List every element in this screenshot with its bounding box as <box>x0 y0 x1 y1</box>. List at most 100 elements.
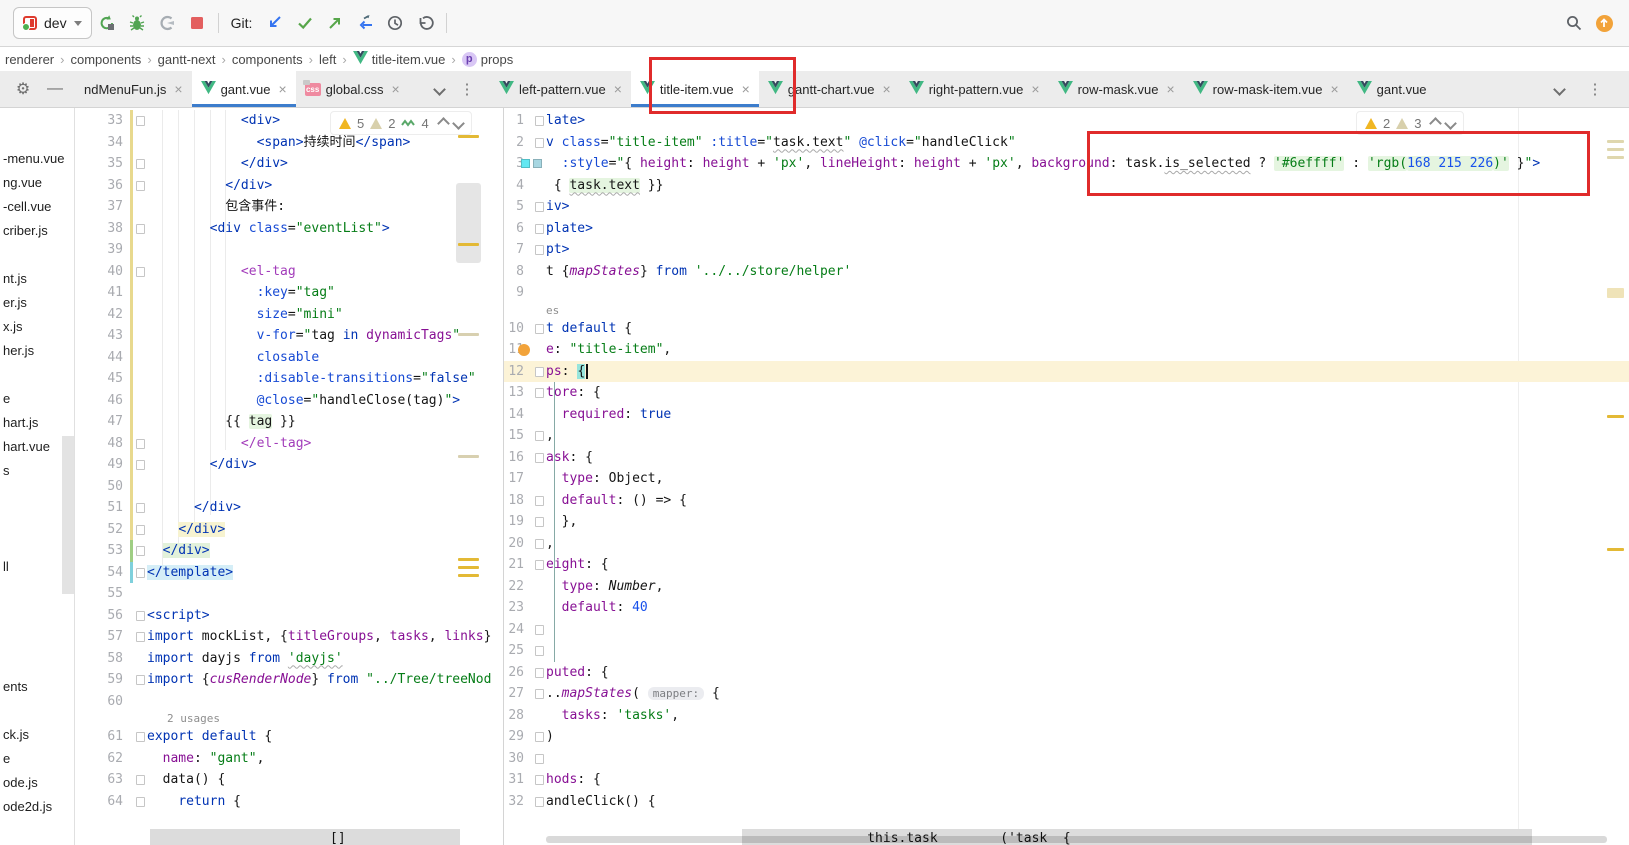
code-line[interactable]: 6plate> <box>504 218 1629 240</box>
close-icon[interactable]: × <box>742 81 750 97</box>
code-line[interactable]: 17 type: Object, <box>504 468 1629 490</box>
error-stripe-mark[interactable] <box>458 333 479 336</box>
code-line[interactable]: 9 <box>504 282 1629 304</box>
line-number[interactable]: 41 <box>75 282 147 304</box>
code-line[interactable]: 55 <box>75 583 503 605</box>
line-number[interactable]: 50 <box>75 476 147 498</box>
breadcrumb-item[interactable]: title-item.vue <box>350 51 449 68</box>
error-stripe-mark[interactable] <box>458 566 479 569</box>
code-line[interactable]: 43 v-for="tag in dynamicTags" <box>75 325 503 347</box>
error-stripe-mark[interactable] <box>458 135 479 138</box>
code-text[interactable]: ) <box>546 726 554 748</box>
breadcrumb-item[interactable]: gantt-next <box>155 52 219 67</box>
line-number[interactable]: 47 <box>75 411 147 433</box>
color-swatch[interactable] <box>521 159 530 168</box>
project-file-item[interactable]: ents <box>3 676 28 698</box>
code-line[interactable]: 26puted: { <box>504 662 1629 684</box>
code-text[interactable]: , <box>546 425 554 447</box>
code-line[interactable]: 7pt> <box>504 239 1629 261</box>
code-line[interactable]: 63 data() { <box>75 769 503 791</box>
code-text[interactable]: </template> <box>147 562 233 584</box>
code-text[interactable]: andleClick() { <box>546 791 656 813</box>
line-number[interactable]: 46 <box>75 390 147 412</box>
code-text[interactable]: v class="title-item" :title="task.text" … <box>546 132 1016 154</box>
project-file-item[interactable]: -menu.vue <box>3 148 64 170</box>
error-stripe-mark[interactable] <box>1607 415 1624 418</box>
editor-tab[interactable]: cssglobal.css× <box>296 71 409 107</box>
code-line[interactable]: 31hods: { <box>504 769 1629 791</box>
line-number[interactable]: 62 <box>75 748 147 770</box>
code-line[interactable]: 8t {mapStates} from '../../store/helper' <box>504 261 1629 283</box>
fold-marker[interactable] <box>136 460 145 470</box>
project-file-item[interactable]: s <box>3 460 10 482</box>
code-line[interactable]: 39 <box>75 239 503 261</box>
code-line[interactable]: 29) <box>504 726 1629 748</box>
code-text[interactable]: ask: { <box>546 447 593 469</box>
line-number[interactable]: 4 <box>504 175 546 197</box>
close-icon[interactable]: × <box>391 81 399 97</box>
code-line[interactable]: 59import {cusRenderNode} from "../Tree/t… <box>75 669 503 691</box>
code-text[interactable]: :disable-transitions="false" <box>147 368 476 390</box>
code-line[interactable]: 10t default { <box>504 318 1629 340</box>
profiler-button[interactable] <box>152 8 182 38</box>
code-line[interactable]: 44 closable <box>75 347 503 369</box>
rollback-button[interactable] <box>410 8 440 38</box>
project-file-item[interactable]: hart.vue <box>3 436 50 458</box>
code-line[interactable]: 46 @close="handleClose(tag)"> <box>75 390 503 412</box>
usages-annotation[interactable]: 2 usages <box>75 712 503 726</box>
code-text[interactable]: <script> <box>147 605 210 627</box>
code-line[interactable]: 60 <box>75 691 503 713</box>
fold-marker[interactable] <box>535 732 544 742</box>
line-number[interactable]: 9 <box>504 282 546 304</box>
kebab-menu-icon[interactable]: ⋮ <box>456 71 478 107</box>
code-text[interactable]: type: Object, <box>546 468 663 490</box>
next-problem-icon[interactable] <box>452 117 465 130</box>
fold-marker[interactable] <box>535 138 544 148</box>
editor-pane-left[interactable]: 33 <div>34 <span>持续时间</span>35 </div>36 … <box>75 108 503 845</box>
error-stripe-mark[interactable] <box>458 574 479 577</box>
chevron-down-icon[interactable] <box>428 71 450 107</box>
code-line[interactable]: 37 包含事件: <box>75 196 503 218</box>
code-text[interactable]: closable <box>147 347 319 369</box>
scrollbar-thumb[interactable] <box>456 183 481 263</box>
code-text[interactable]: default: () => { <box>546 490 687 512</box>
git-update-button[interactable] <box>260 8 290 38</box>
fold-marker[interactable] <box>535 689 544 699</box>
line-number[interactable]: 42 <box>75 304 147 326</box>
error-stripe-mark[interactable] <box>1607 548 1624 551</box>
project-file-item[interactable]: criber.js <box>3 220 48 242</box>
fold-marker[interactable] <box>535 754 544 764</box>
code-line[interactable]: 12ps: { <box>504 361 1629 383</box>
code-line[interactable]: 47 {{ tag }} <box>75 411 503 433</box>
fold-marker[interactable] <box>136 632 145 642</box>
code-text[interactable]: export default { <box>147 726 272 748</box>
error-stripe-mark[interactable] <box>458 558 479 561</box>
intention-bulb-icon[interactable] <box>518 344 530 356</box>
code-text[interactable]: </el-tag> <box>147 433 311 455</box>
code-line[interactable]: 54</template> <box>75 562 503 584</box>
fold-marker[interactable] <box>136 503 145 513</box>
code-line[interactable]: 58import dayjs from 'dayjs' <box>75 648 503 670</box>
breadcrumb-item[interactable]: pprops <box>459 52 517 67</box>
code-text[interactable]: data() { <box>147 769 225 791</box>
code-line[interactable]: 41 :key="tag" <box>75 282 503 304</box>
chevron-down-icon[interactable] <box>1548 71 1570 107</box>
code-line[interactable]: 23 default: 40 <box>504 597 1629 619</box>
code-text[interactable]: eight: { <box>546 554 609 576</box>
code-line[interactable]: 3 :style="{ height: height + 'px', lineH… <box>504 153 1629 175</box>
gear-icon[interactable]: ⚙ <box>8 71 38 107</box>
code-text[interactable]: tasks: 'tasks', <box>546 705 679 727</box>
breadcrumb-item[interactable]: left <box>316 52 339 67</box>
project-file-item[interactable]: x.js <box>3 316 23 338</box>
line-number[interactable]: 14 <box>504 404 546 426</box>
fold-marker[interactable] <box>535 560 544 570</box>
fold-marker[interactable] <box>136 611 145 621</box>
code-line[interactable]: 14 required: true <box>504 404 1629 426</box>
code-text[interactable]: }, <box>546 511 577 533</box>
run-configuration-selector[interactable]: dev <box>13 7 92 39</box>
line-number[interactable]: 37 <box>75 196 147 218</box>
code-line[interactable]: 19 }, <box>504 511 1629 533</box>
code-text[interactable]: </div> <box>147 540 210 562</box>
fold-marker[interactable] <box>535 367 544 377</box>
code-line[interactable]: 52 </div> <box>75 519 503 541</box>
